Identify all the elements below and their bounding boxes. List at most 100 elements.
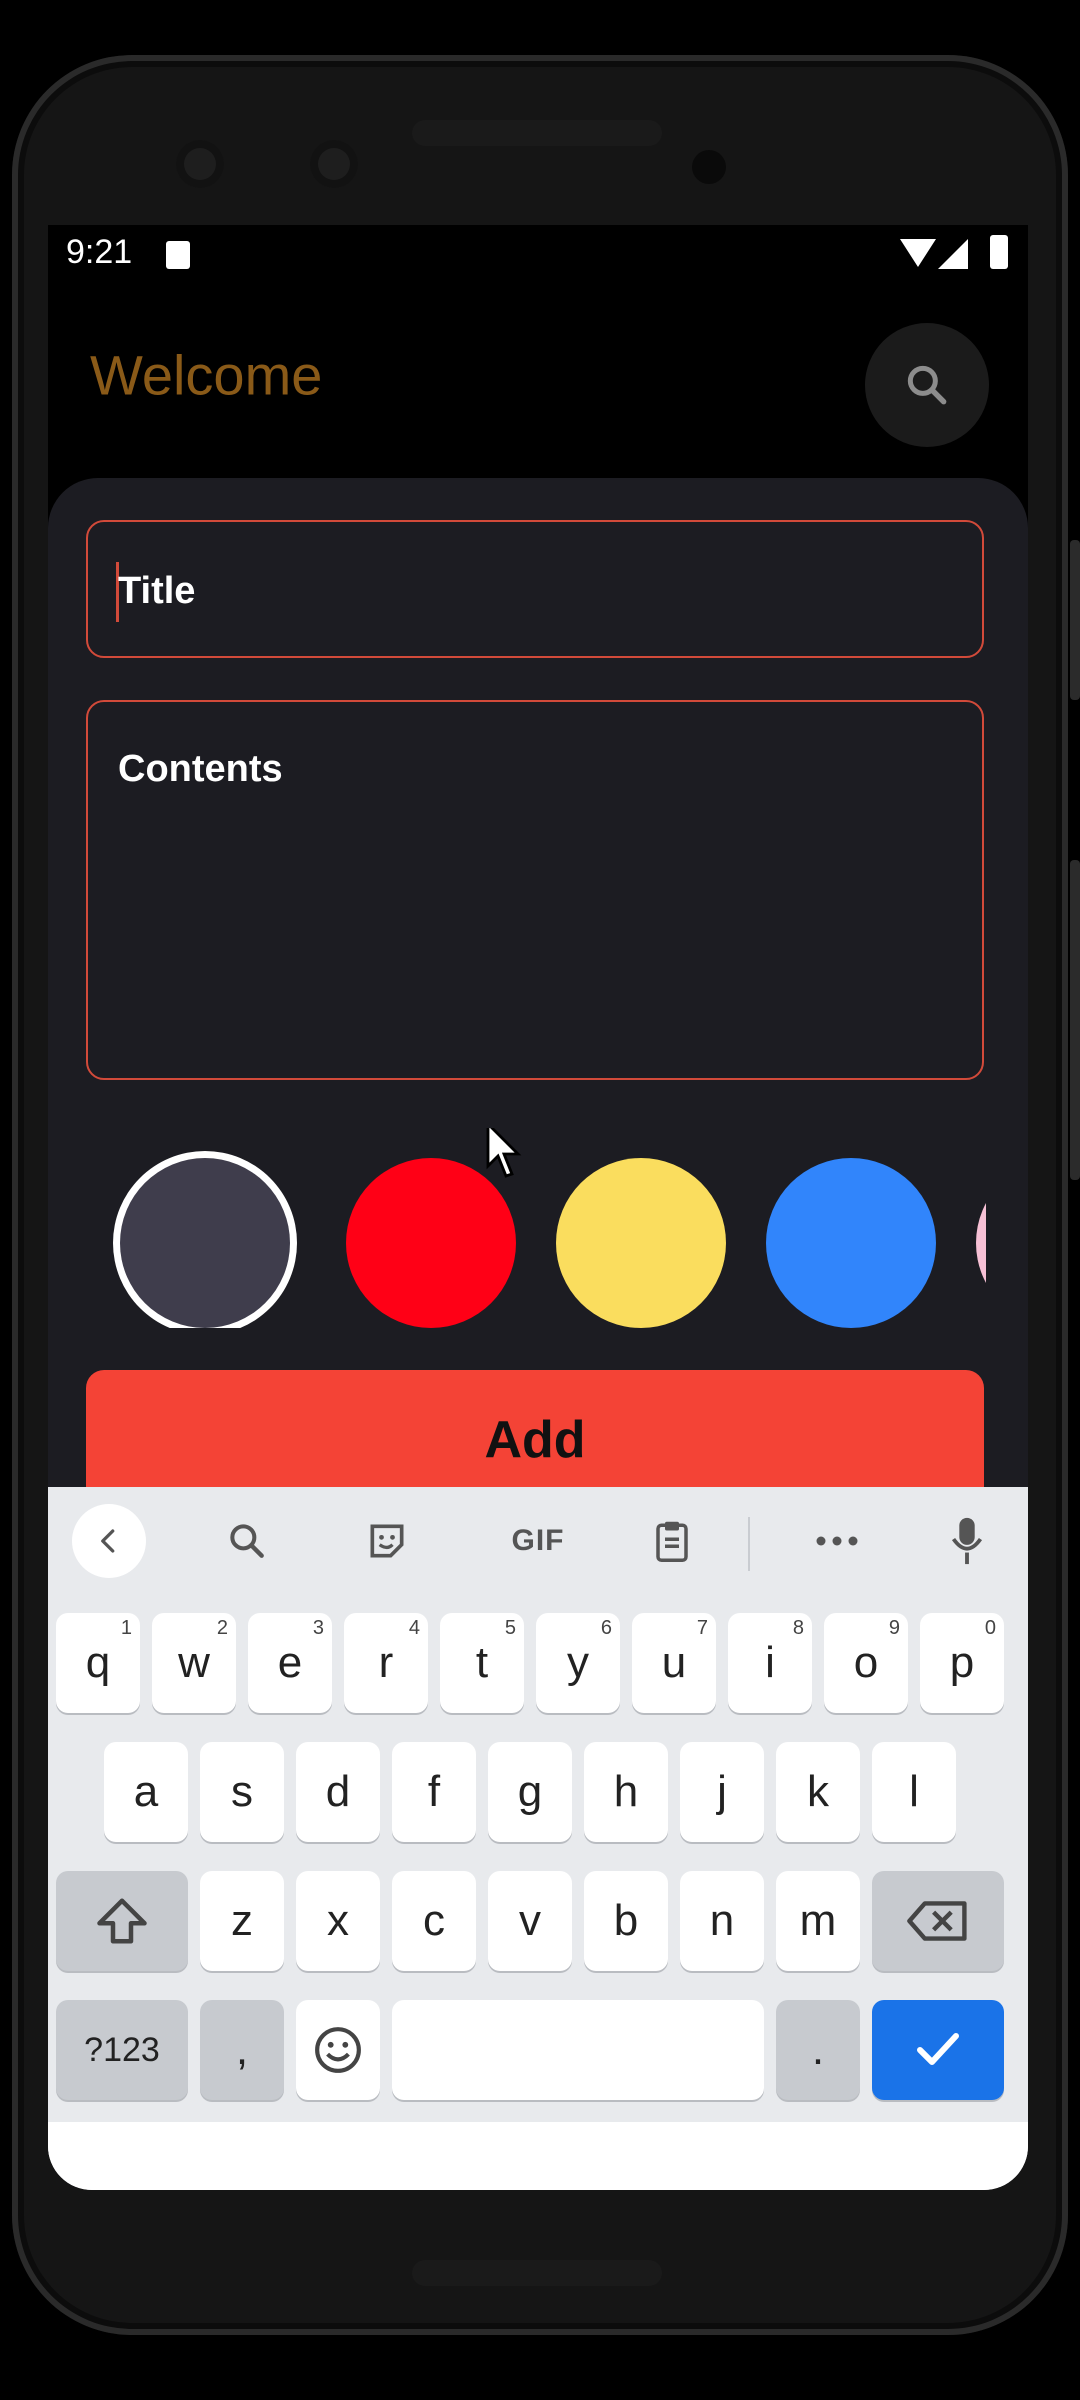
title-input[interactable]: Title bbox=[86, 520, 984, 658]
mouse-pointer-icon bbox=[486, 1128, 522, 1178]
key-hint: 1 bbox=[120, 1617, 132, 1639]
battery-icon bbox=[990, 235, 1008, 269]
bottom-speaker bbox=[412, 2260, 662, 2286]
key-m[interactable]: m bbox=[776, 1871, 860, 1971]
front-camera-2 bbox=[310, 140, 358, 188]
key-label: e bbox=[277, 1638, 303, 1687]
wifi-icon bbox=[900, 239, 936, 267]
key-z[interactable]: z bbox=[200, 1871, 284, 1971]
app-bar: Welcome bbox=[48, 285, 1028, 455]
key-w[interactable]: w2 bbox=[152, 1613, 236, 1713]
emoji-key[interactable] bbox=[296, 2000, 380, 2100]
color-swatch-red[interactable] bbox=[346, 1158, 516, 1328]
key-hint: 0 bbox=[984, 1617, 996, 1639]
more-horizontal-icon bbox=[816, 1536, 858, 1546]
key-hint: 5 bbox=[504, 1617, 516, 1639]
color-picker bbox=[48, 1128, 986, 1328]
key-i[interactable]: i8 bbox=[728, 1613, 812, 1713]
system-nav-bar bbox=[48, 2122, 1028, 2190]
key-hint: 9 bbox=[888, 1617, 900, 1639]
key-d[interactable]: d bbox=[296, 1742, 380, 1842]
toolbar-divider bbox=[748, 1517, 750, 1571]
back-circle bbox=[72, 1504, 146, 1578]
key-hint: 6 bbox=[600, 1617, 612, 1639]
key-s[interactable]: s bbox=[200, 1742, 284, 1842]
search-icon bbox=[907, 365, 947, 405]
key-label: w bbox=[178, 1638, 210, 1687]
key-j[interactable]: j bbox=[680, 1742, 764, 1842]
shift-key[interactable] bbox=[56, 1871, 188, 1971]
key-b[interactable]: b bbox=[584, 1871, 668, 1971]
comma-key[interactable]: , bbox=[200, 2000, 284, 2100]
backspace-icon bbox=[907, 1901, 967, 1941]
key-x[interactable]: x bbox=[296, 1871, 380, 1971]
key-t[interactable]: t5 bbox=[440, 1613, 524, 1713]
key-u[interactable]: u7 bbox=[632, 1613, 716, 1713]
keyboard-search-button[interactable] bbox=[208, 1505, 286, 1577]
period-key[interactable]: . bbox=[776, 2000, 860, 2100]
voice-input-button[interactable] bbox=[928, 1505, 1006, 1577]
key-f[interactable]: f bbox=[392, 1742, 476, 1842]
key-n[interactable]: n bbox=[680, 1871, 764, 1971]
key-e[interactable]: e3 bbox=[248, 1613, 332, 1713]
key-q[interactable]: q1 bbox=[56, 1613, 140, 1713]
gif-button[interactable]: GIF bbox=[488, 1505, 588, 1577]
key-hint: 3 bbox=[312, 1617, 324, 1639]
contents-input[interactable]: Contents bbox=[86, 700, 984, 1080]
key-label: p bbox=[949, 1638, 975, 1687]
more-options-button[interactable] bbox=[798, 1505, 876, 1577]
key-label: r bbox=[378, 1638, 394, 1687]
earpiece-speaker bbox=[412, 120, 662, 146]
key-label: u bbox=[661, 1638, 687, 1687]
key-label: i bbox=[765, 1638, 775, 1687]
sd-card-icon bbox=[166, 241, 190, 269]
color-swatch-pink[interactable] bbox=[976, 1158, 986, 1328]
signal-icon bbox=[938, 239, 968, 269]
device-frame: 9:21 Welcome Title Contents Add GIF q 1 … bbox=[0, 0, 1080, 2400]
key-g[interactable]: g bbox=[488, 1742, 572, 1842]
key-k[interactable]: k bbox=[776, 1742, 860, 1842]
key-a[interactable]: a bbox=[104, 1742, 188, 1842]
contents-placeholder: Contents bbox=[118, 748, 283, 790]
soft-keyboard: GIF q1 w2 e3 r4 t5 y6 u7 i8 o9 p 0 a s d… bbox=[48, 1487, 1028, 2190]
color-swatch-yellow[interactable] bbox=[556, 1158, 726, 1328]
color-swatch-selected[interactable] bbox=[120, 1158, 290, 1328]
keyboard-back-button[interactable] bbox=[70, 1504, 148, 1578]
front-camera-1 bbox=[176, 140, 224, 188]
clipboard-button[interactable] bbox=[633, 1505, 711, 1577]
key-h[interactable]: h bbox=[584, 1742, 668, 1842]
key-hint: 4 bbox=[408, 1617, 420, 1639]
color-swatch-blue[interactable] bbox=[766, 1158, 936, 1328]
key-label: o bbox=[853, 1638, 879, 1687]
search-button[interactable] bbox=[865, 323, 989, 447]
key-l[interactable]: l bbox=[872, 1742, 956, 1842]
emoji-icon bbox=[315, 2027, 361, 2073]
clipboard-icon bbox=[656, 1521, 688, 1562]
volume-button bbox=[1070, 860, 1080, 1180]
side-button bbox=[1070, 540, 1080, 700]
search-icon bbox=[230, 1524, 264, 1558]
key-o[interactable]: o9 bbox=[824, 1613, 908, 1713]
key-c[interactable]: c bbox=[392, 1871, 476, 1971]
status-bar: 9:21 bbox=[48, 225, 1028, 285]
key-v[interactable]: v bbox=[488, 1871, 572, 1971]
done-key[interactable] bbox=[872, 2000, 1004, 2100]
key-hint: 2 bbox=[216, 1617, 228, 1639]
checkmark-icon bbox=[917, 2033, 959, 2065]
space-key[interactable] bbox=[392, 2000, 764, 2100]
key-label: t bbox=[475, 1638, 489, 1687]
backspace-key[interactable] bbox=[872, 1871, 1004, 1971]
symbols-key[interactable]: ?123 bbox=[56, 2000, 188, 2100]
key-p[interactable]: p0 bbox=[920, 1613, 1004, 1713]
sticker-icon bbox=[370, 1524, 404, 1558]
status-time: 9:21 bbox=[66, 233, 133, 271]
app-screen: 9:21 Welcome Title Contents Add GIF q 1 … bbox=[48, 225, 1028, 2190]
key-r[interactable]: r4 bbox=[344, 1613, 428, 1713]
keyboard-toolbar: GIF bbox=[48, 1487, 1028, 1597]
sticker-button[interactable] bbox=[348, 1505, 426, 1577]
chevron-left-icon bbox=[101, 1529, 115, 1553]
key-y[interactable]: y6 bbox=[536, 1613, 620, 1713]
key-hint: 7 bbox=[696, 1617, 708, 1639]
key-label: y bbox=[567, 1638, 589, 1687]
title-placeholder: Title bbox=[118, 570, 196, 612]
